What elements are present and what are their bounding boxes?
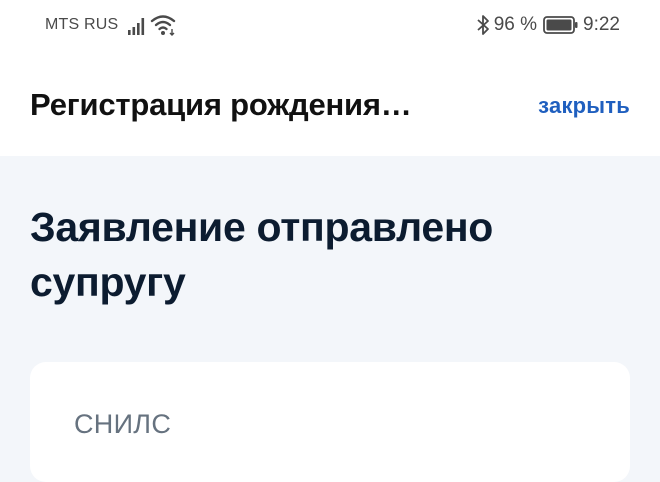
snils-card: СНИЛС	[30, 362, 630, 482]
page-title: Заявление отправлено супругу	[30, 204, 494, 305]
wifi-icon	[150, 15, 176, 36]
close-button[interactable]: закрыть	[538, 93, 630, 119]
battery-icon	[543, 16, 578, 34]
bluetooth-icon	[477, 15, 489, 35]
status-right-group: 96 % 9:22	[476, 14, 620, 36]
status-bar: MTS RUS 96 % 9:22	[0, 0, 660, 56]
battery-percent: 96 %	[493, 14, 538, 35]
header-title: Регистрация рождения…	[30, 87, 412, 122]
app-header: Регистрация рождения… закрыть	[0, 56, 660, 156]
carrier-name: MTS RUS	[45, 16, 119, 33]
clock-time: 9:22	[583, 14, 620, 35]
snils-label: СНИЛС	[74, 409, 172, 439]
cellular-signal-icon	[128, 18, 145, 35]
